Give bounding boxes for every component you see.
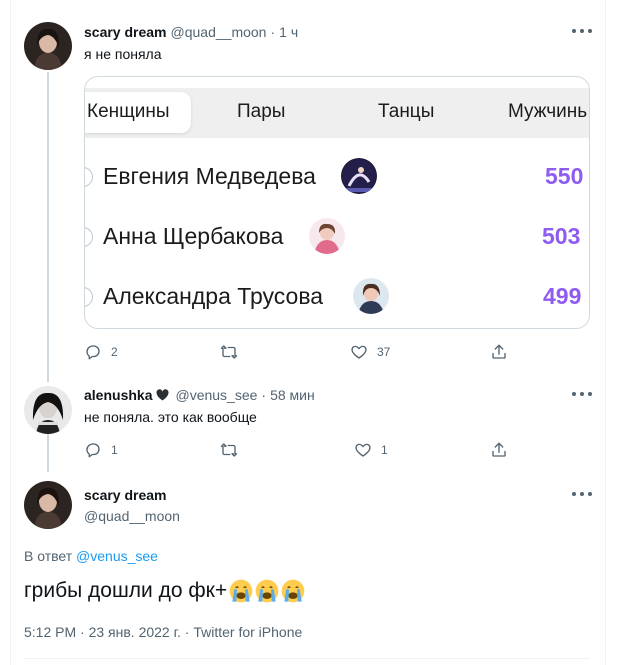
- separator-dot: ·: [261, 387, 267, 403]
- retweet-button[interactable]: [220, 343, 238, 361]
- loudly-crying-face-emoji: [229, 579, 253, 603]
- athlete-name: Александра Трусова: [103, 283, 324, 309]
- athlete-avatar: [353, 278, 389, 314]
- segmented-control: Кенщины Пары Танцы Мужчинь: [85, 88, 589, 138]
- loudly-crying-face-emoji: [255, 579, 279, 603]
- thread-connector: [47, 72, 49, 382]
- timestamp[interactable]: 1 ч: [279, 24, 298, 40]
- reply-count: 1: [111, 443, 118, 457]
- separator-dot: ·: [270, 24, 276, 40]
- segment-women: Кенщины: [87, 101, 170, 122]
- like-count: 37: [377, 345, 391, 359]
- reply-prefix: В ответ: [24, 548, 73, 564]
- display-name[interactable]: scary dream: [84, 487, 167, 503]
- athlete-avatar: [309, 218, 345, 254]
- avatar[interactable]: [24, 22, 72, 70]
- segment-men: Мужчинь: [508, 101, 588, 122]
- reply-button[interactable]: 1: [84, 441, 118, 459]
- share-icon: [492, 344, 506, 359]
- more-icon[interactable]: [572, 392, 592, 398]
- like-count: 1: [381, 443, 388, 457]
- user-handle[interactable]: @quad__moon: [84, 508, 180, 524]
- timestamp[interactable]: 58 мин: [270, 387, 315, 403]
- display-name[interactable]: scary dream: [84, 24, 167, 40]
- reply-context: В ответ @venus_see: [24, 548, 158, 564]
- more-icon[interactable]: [572, 29, 592, 35]
- reply-to-link[interactable]: @venus_see: [76, 548, 158, 564]
- athlete-name: Анна Щербакова: [103, 223, 284, 249]
- reply-icon: [86, 345, 100, 360]
- radio-circle: [85, 167, 93, 187]
- loudly-crying-face-emoji: [281, 579, 305, 603]
- media-image[interactable]: Кенщины Пары Танцы Мужчинь Евгения Медве…: [84, 76, 590, 329]
- tweet-header: scary dream @quad__moon · 1 ч: [84, 24, 298, 40]
- reply-count: 2: [111, 345, 118, 359]
- more-icon[interactable]: [572, 492, 592, 498]
- radio-circle: [85, 287, 93, 307]
- black-heart-icon: [156, 389, 169, 401]
- like-icon: [355, 443, 371, 457]
- tweet-meta[interactable]: 5:12 PM · 23 янв. 2022 г. · Twitter for …: [24, 624, 302, 640]
- athlete-name: Евгения Медведева: [103, 163, 316, 189]
- user-handle[interactable]: @quad__moon: [171, 24, 267, 40]
- user-handle[interactable]: @venus_see: [175, 387, 257, 403]
- tweet-text-large: грибы дошли до фк+: [24, 579, 305, 603]
- share-icon: [492, 442, 506, 457]
- segment-pairs: Пары: [237, 101, 286, 122]
- athlete-score: 503: [542, 223, 581, 249]
- tweet-header: alenushka @venus_see · 58 мин: [84, 387, 315, 403]
- radio-circle: [85, 227, 93, 247]
- reply-button[interactable]: 2: [84, 343, 118, 361]
- timeline-border-right: [605, 0, 606, 665]
- retweet-icon: [220, 345, 238, 359]
- retweet-icon: [220, 443, 238, 457]
- share-button[interactable]: [490, 441, 508, 459]
- tweet-text: грибы дошли до фк+: [24, 579, 228, 602]
- tweet-text: не поняла. это как вообще: [84, 409, 257, 425]
- avatar[interactable]: [24, 386, 72, 434]
- reply-icon: [86, 443, 100, 458]
- like-icon: [351, 345, 367, 359]
- avatar[interactable]: [24, 481, 72, 529]
- like-button[interactable]: 1: [354, 441, 388, 459]
- segment-dance: Танцы: [378, 101, 435, 122]
- retweet-button[interactable]: [220, 441, 238, 459]
- display-name[interactable]: alenushka: [84, 387, 152, 403]
- athlete-score: 499: [543, 283, 582, 309]
- divider: [24, 658, 590, 659]
- share-button[interactable]: [490, 343, 508, 361]
- athlete-score: 550: [545, 163, 584, 189]
- thread-connector: [47, 434, 49, 472]
- like-button[interactable]: 37: [350, 343, 390, 361]
- tweet-text: я не поняла: [84, 46, 162, 62]
- timeline-border-left: [10, 0, 11, 665]
- athlete-avatar: [341, 158, 377, 194]
